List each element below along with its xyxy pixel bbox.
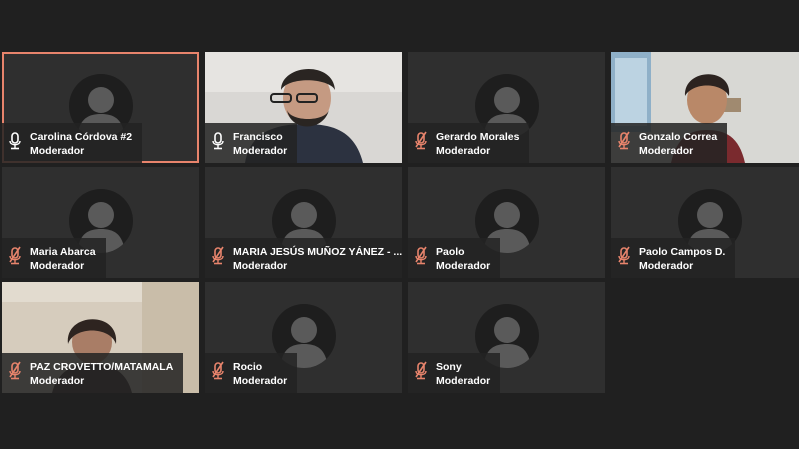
mic-muted-icon[interactable]	[8, 361, 22, 381]
participant-role: Moderador	[30, 260, 85, 272]
participant-role: Moderador	[639, 260, 694, 272]
participant-name: Paolo Campos D.	[639, 246, 726, 258]
participant-label: Paolo Campos D. Moderador	[611, 238, 736, 278]
participant-tile[interactable]: Paolo Moderador	[408, 167, 605, 278]
participant-role: Moderador	[233, 145, 288, 157]
mic-on-icon[interactable]	[8, 131, 22, 151]
participant-label: Paolo Moderador	[408, 238, 501, 278]
participant-tile[interactable]: MARIA JESÚS MUÑOZ YÁNEZ - ... Moderador	[205, 167, 402, 278]
participant-name: Gonzalo Correa	[639, 131, 718, 143]
mic-muted-icon[interactable]	[414, 131, 428, 151]
participant-tile[interactable]: Rocio Moderador	[205, 282, 402, 393]
participant-label: Sony Moderador	[408, 353, 501, 393]
participant-tile[interactable]: Sony Moderador	[408, 282, 605, 393]
participant-tile[interactable]: Paolo Campos D. Moderador	[611, 167, 799, 278]
participant-label: Francisco Moderador	[205, 123, 298, 163]
participant-name: Paolo	[436, 246, 465, 258]
participant-role: Moderador	[639, 145, 694, 157]
participant-grid: Carolina Córdova #2 Moderador Francisco …	[0, 0, 799, 449]
participant-name: PAZ CROVETTO/MATAMALA	[30, 361, 174, 373]
participant-role: Moderador	[436, 145, 491, 157]
participant-label: Gonzalo Correa Moderador	[611, 123, 728, 163]
participant-name: Gerardo Morales	[436, 131, 520, 143]
participant-role: Moderador	[233, 375, 288, 387]
participant-label: PAZ CROVETTO/MATAMALA Moderador	[2, 353, 184, 393]
mic-muted-icon[interactable]	[211, 246, 225, 266]
participant-name: Rocio	[233, 361, 263, 373]
participant-tile[interactable]: Francisco Moderador	[205, 52, 402, 163]
participant-name: Francisco	[233, 131, 283, 143]
mic-muted-icon[interactable]	[617, 246, 631, 266]
mic-muted-icon[interactable]	[414, 361, 428, 381]
participant-role: Moderador	[30, 375, 85, 387]
mic-muted-icon[interactable]	[414, 246, 428, 266]
mic-muted-icon[interactable]	[617, 131, 631, 151]
participant-name: Maria Abarca	[30, 246, 96, 258]
participant-name: Carolina Córdova #2	[30, 131, 133, 143]
mic-muted-icon[interactable]	[8, 246, 22, 266]
participant-tile[interactable]: Gonzalo Correa Moderador	[611, 52, 799, 163]
participant-role: Moderador	[233, 260, 288, 272]
participant-label: MARIA JESÚS MUÑOZ YÁNEZ - ... Moderador	[205, 238, 402, 278]
mic-on-icon[interactable]	[211, 131, 225, 151]
participant-role: Moderador	[30, 145, 85, 157]
participant-tile[interactable]: Gerardo Morales Moderador	[408, 52, 605, 163]
participant-name: MARIA JESÚS MUÑOZ YÁNEZ - ...	[233, 246, 402, 258]
participant-tile[interactable]: Carolina Córdova #2 Moderador	[2, 52, 199, 163]
mic-muted-icon[interactable]	[211, 361, 225, 381]
participant-label: Rocio Moderador	[205, 353, 298, 393]
participant-tile[interactable]: PAZ CROVETTO/MATAMALA Moderador	[2, 282, 199, 393]
participant-label: Carolina Córdova #2 Moderador	[2, 123, 143, 163]
participant-role: Moderador	[436, 260, 491, 272]
participant-tile[interactable]: Maria Abarca Moderador	[2, 167, 199, 278]
participant-label: Gerardo Morales Moderador	[408, 123, 530, 163]
participant-name: Sony	[436, 361, 462, 373]
participant-label: Maria Abarca Moderador	[2, 238, 106, 278]
participant-role: Moderador	[436, 375, 491, 387]
